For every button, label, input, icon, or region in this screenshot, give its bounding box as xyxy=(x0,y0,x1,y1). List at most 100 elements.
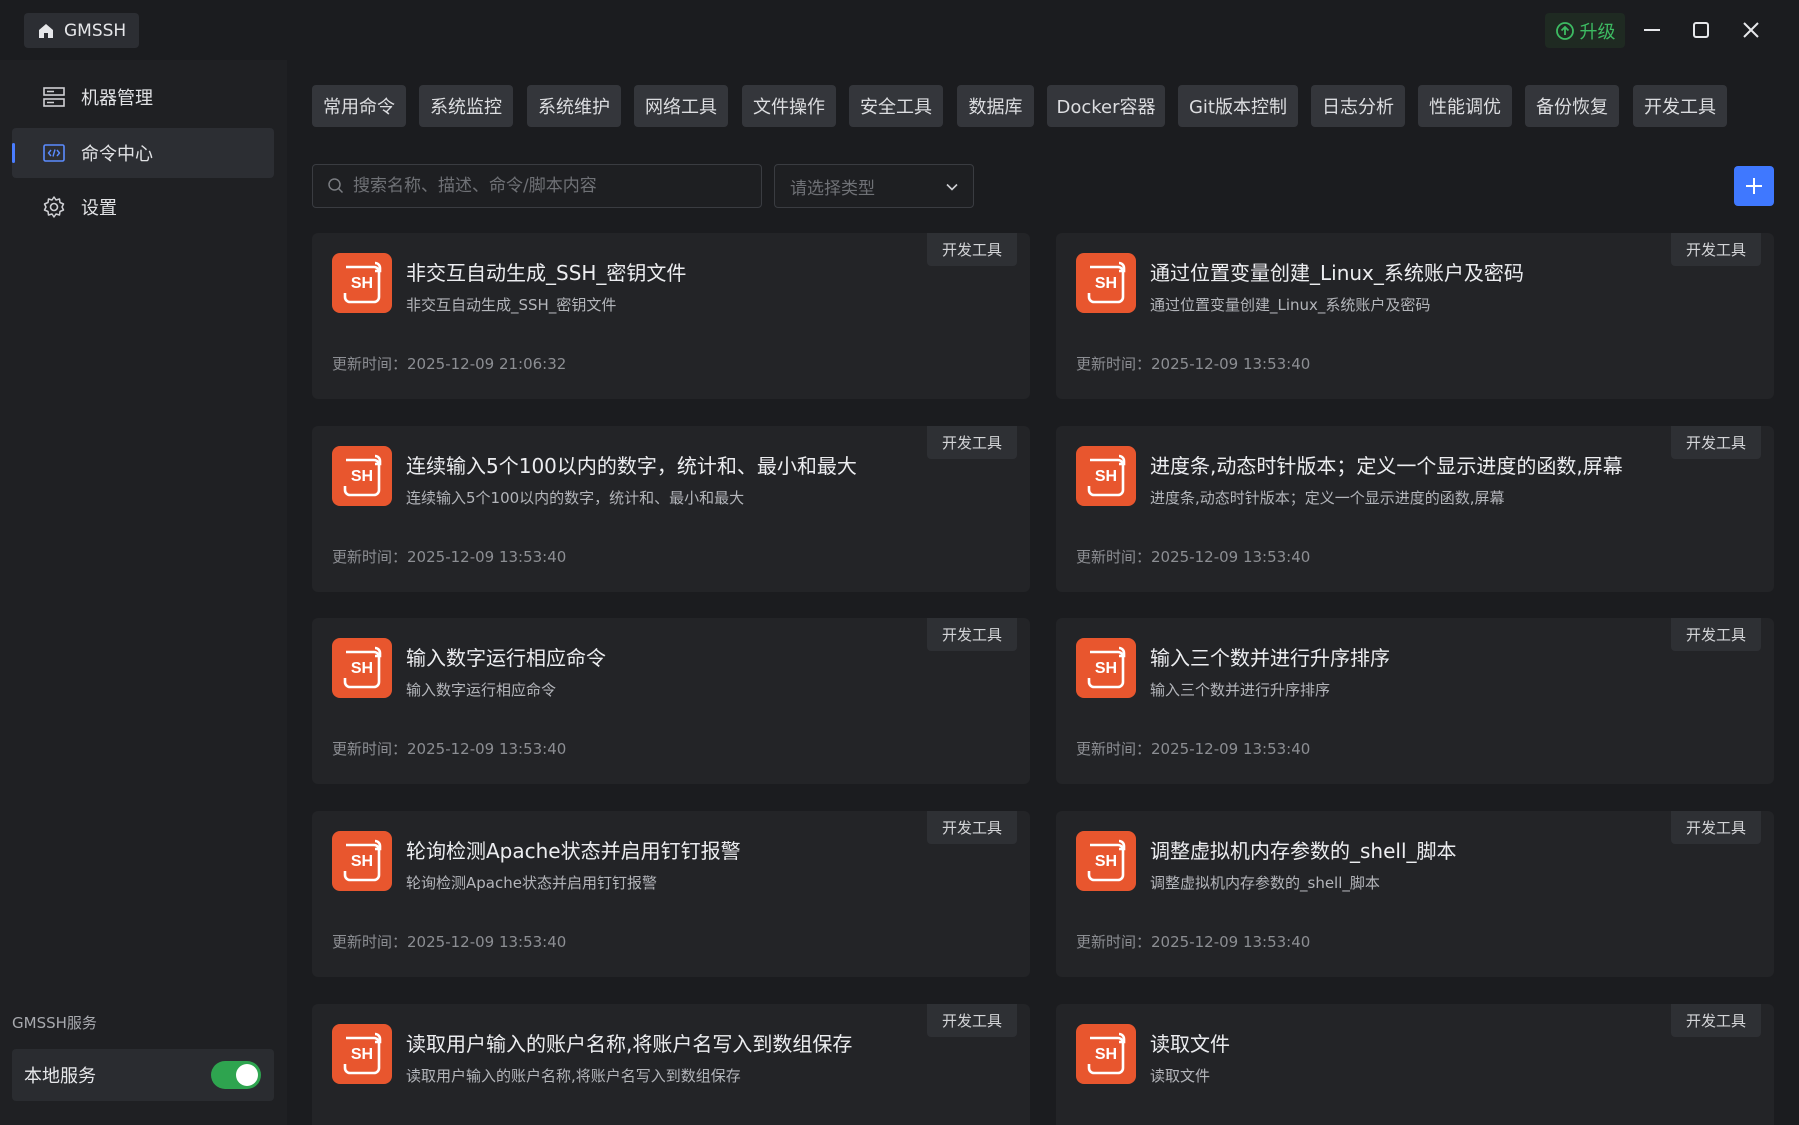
app-badge[interactable]: GMSSH xyxy=(24,13,140,48)
plus-icon xyxy=(1746,178,1762,194)
close-button[interactable] xyxy=(1735,14,1767,46)
updated-time: 更新时间：2025-12-09 13:53:40 xyxy=(1076,738,1310,759)
local-service-toggle[interactable] xyxy=(211,1061,261,1089)
category-chip: 开发工具 xyxy=(926,618,1017,651)
tag-log-analysis[interactable]: 日志分析 xyxy=(1311,85,1405,127)
command-title: 轮询检测Apache状态并启用钉钉报警 xyxy=(406,839,741,863)
shell-script-icon-text: SH xyxy=(351,1046,373,1063)
upgrade-button[interactable]: 升级 xyxy=(1545,13,1625,48)
command-card[interactable]: 开发工具 SH 调整虚拟机内存参数的_shell_脚本 调整虚拟机内存参数的_shel… xyxy=(1056,811,1774,977)
command-card[interactable]: 开发工具 SH 非交互自动生成_SSH_密钥文件 非交互自动生成_SSH_密钥文件 更新… xyxy=(312,233,1030,399)
category-chip: 开发工具 xyxy=(1670,1004,1761,1037)
command-card[interactable]: 开发工具 SH 连续输入5个100以内的数字，统计和、最小和最大 连续输入5个100以… xyxy=(312,426,1030,592)
updated-value: 2025-12-09 21:06:32 xyxy=(407,355,567,373)
type-select[interactable]: 请选择类型 xyxy=(774,164,974,208)
command-description: 调整虚拟机内存参数的_shell_脚本 xyxy=(1150,874,1380,892)
updated-label: 更新时间： xyxy=(1076,355,1152,373)
command-title: 连续输入5个100以内的数字，统计和、最小和最大 xyxy=(406,454,857,478)
command-description: 连续输入5个100以内的数字，统计和、最小和最大 xyxy=(406,489,745,507)
shell-script-icon-text: SH xyxy=(351,468,373,485)
search-input[interactable] xyxy=(353,176,753,196)
tag-dev-tools[interactable]: 开发工具 xyxy=(1633,85,1727,127)
updated-label: 更新时间： xyxy=(332,548,408,566)
service-section-label: GMSSH服务 xyxy=(12,1014,97,1032)
updated-label: 更新时间： xyxy=(1076,933,1152,951)
updated-time: 更新时间：2025-12-09 13:53:40 xyxy=(1076,353,1310,374)
local-service-row: 本地服务 xyxy=(12,1049,274,1101)
command-description: 输入三个数并进行升序排序 xyxy=(1150,681,1331,699)
shell-script-icon: SH xyxy=(332,638,392,698)
active-indicator xyxy=(12,143,15,163)
shell-script-icon-text: SH xyxy=(1095,660,1117,677)
type-select-placeholder: 请选择类型 xyxy=(790,178,875,199)
updated-value: 2025-12-09 13:53:40 xyxy=(1151,548,1311,566)
command-description: 进度条,动态时针版本；定义一个显示进度的函数,屏幕 xyxy=(1150,489,1505,507)
upgrade-label: 升级 xyxy=(1579,21,1616,43)
command-card[interactable]: 开发工具 SH 进度条,动态时针版本；定义一个显示进度的函数,屏幕 进度条,动态时针版… xyxy=(1056,426,1774,592)
updated-time: 更新时间：2025-12-09 13:53:40 xyxy=(1076,931,1310,952)
sidebar-item-command-center[interactable]: 命令中心 xyxy=(12,128,274,178)
updated-value: 2025-12-09 13:53:40 xyxy=(407,740,567,758)
tag-system-maintenance[interactable]: 系统维护 xyxy=(527,85,621,127)
shell-script-icon: SH xyxy=(332,1024,392,1084)
maximize-button[interactable] xyxy=(1685,14,1717,46)
command-title: 调整虚拟机内存参数的_shell_脚本 xyxy=(1150,839,1457,863)
tag-database[interactable]: 数据库 xyxy=(957,85,1034,127)
command-title: 非交互自动生成_SSH_密钥文件 xyxy=(406,261,687,285)
updated-time: 更新时间：2025-12-09 13:53:40 xyxy=(332,738,566,759)
updated-label: 更新时间： xyxy=(332,355,408,373)
category-chip: 开发工具 xyxy=(926,1004,1017,1037)
shell-script-icon: SH xyxy=(1076,831,1136,891)
shell-script-icon: SH xyxy=(1076,1024,1136,1084)
tag-backup[interactable]: 备份恢复 xyxy=(1525,85,1619,127)
minimize-button[interactable] xyxy=(1636,14,1668,46)
gear-icon xyxy=(43,196,65,218)
updated-value: 2025-12-09 13:53:40 xyxy=(407,933,567,951)
code-window-icon xyxy=(43,144,65,162)
shell-script-icon-text: SH xyxy=(1095,468,1117,485)
sidebar-item-label: 机器管理 xyxy=(81,88,153,109)
sidebar-item-settings[interactable]: 设置 xyxy=(12,182,274,232)
command-card[interactable]: 开发工具 SH 读取用户输入的账户名称,将账户名写入到数组保存 读取用户输入的账户名称… xyxy=(312,1004,1030,1125)
upgrade-arrow-icon xyxy=(1555,21,1574,40)
sidebar-item-machines[interactable]: 机器管理 xyxy=(12,72,274,122)
shell-script-icon-text: SH xyxy=(1095,1046,1117,1063)
shell-script-icon-text: SH xyxy=(1095,275,1117,292)
command-description: 输入数字运行相应命令 xyxy=(406,681,557,699)
shell-script-icon-text: SH xyxy=(351,275,373,292)
category-chip: 开发工具 xyxy=(1670,426,1761,459)
updated-value: 2025-12-09 13:53:40 xyxy=(1151,933,1311,951)
shell-script-icon: SH xyxy=(332,253,392,313)
maximize-icon xyxy=(1693,22,1709,38)
updated-label: 更新时间： xyxy=(332,740,408,758)
tag-performance[interactable]: 性能调优 xyxy=(1418,85,1512,127)
command-description: 读取文件 xyxy=(1150,1067,1211,1085)
tag-file-operations[interactable]: 文件操作 xyxy=(742,85,836,127)
category-chip: 开发工具 xyxy=(926,233,1017,266)
command-description: 通过位置变量创建_Linux_系统账户及密码 xyxy=(1150,296,1431,314)
shell-script-icon: SH xyxy=(1076,638,1136,698)
updated-value: 2025-12-09 13:53:40 xyxy=(407,548,567,566)
command-card[interactable]: 开发工具 SH 轮询检测Apache状态并启用钉钉报警 轮询检测Apache状态并启用… xyxy=(312,811,1030,977)
tag-security-tools[interactable]: 安全工具 xyxy=(849,85,943,127)
category-chip: 开发工具 xyxy=(1670,811,1761,844)
command-card[interactable]: 开发工具 SH 通过位置变量创建_Linux_系统账户及密码 通过位置变量创建_Lin… xyxy=(1056,233,1774,399)
command-card[interactable]: 开发工具 SH 输入数字运行相应命令 输入数字运行相应命令 更新时间：2025-12-0… xyxy=(312,618,1030,784)
command-title: 进度条,动态时针版本；定义一个显示进度的函数,屏幕 xyxy=(1150,454,1623,478)
tag-git[interactable]: Git版本控制 xyxy=(1178,85,1298,127)
shell-script-icon: SH xyxy=(332,446,392,506)
tag-common-commands[interactable]: 常用命令 xyxy=(312,85,406,127)
command-card[interactable]: 开发工具 SH 读取文件 读取文件 xyxy=(1056,1004,1774,1125)
tag-network-tools[interactable]: 网络工具 xyxy=(634,85,728,127)
command-card[interactable]: 开发工具 SH 输入三个数并进行升序排序 输入三个数并进行升序排序 更新时间：2025-… xyxy=(1056,618,1774,784)
shell-script-icon-text: SH xyxy=(351,660,373,677)
updated-label: 更新时间： xyxy=(1076,548,1152,566)
shell-script-icon: SH xyxy=(1076,446,1136,506)
search-box xyxy=(312,164,762,208)
command-title: 输入三个数并进行升序排序 xyxy=(1150,646,1390,670)
tag-docker[interactable]: Docker容器 xyxy=(1047,85,1165,127)
add-command-button[interactable] xyxy=(1734,166,1774,206)
tag-system-monitor[interactable]: 系统监控 xyxy=(419,85,513,127)
command-title: 通过位置变量创建_Linux_系统账户及密码 xyxy=(1150,261,1524,285)
command-description: 轮询检测Apache状态并启用钉钉报警 xyxy=(406,874,657,892)
